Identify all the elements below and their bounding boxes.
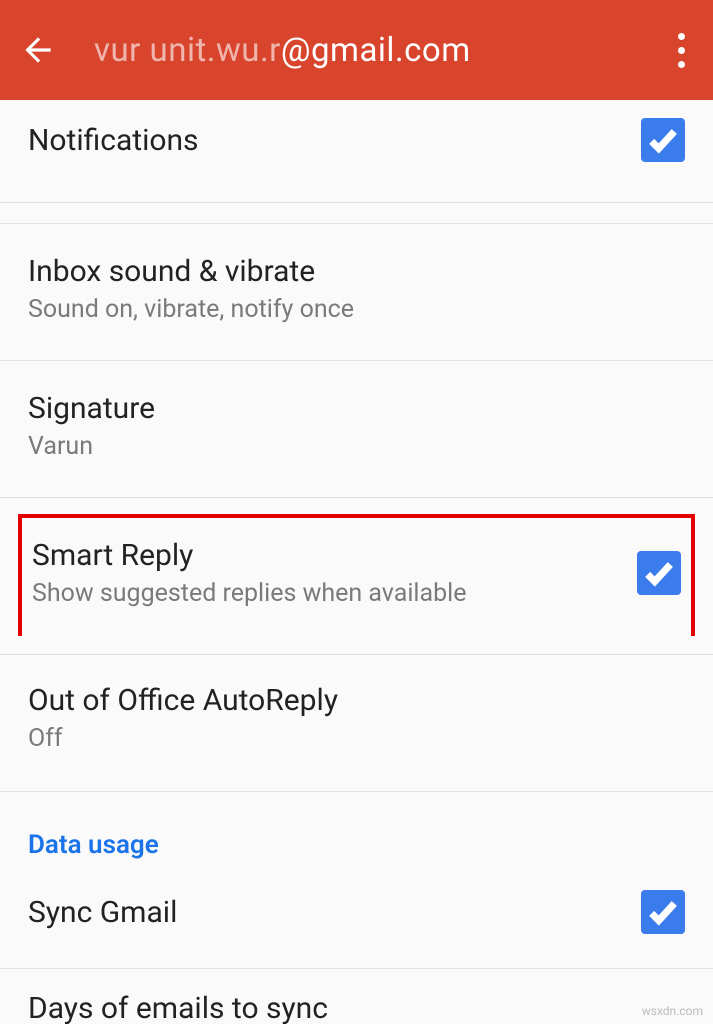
app-header: vur unit.wu.r@gmail.com bbox=[0, 0, 713, 100]
check-icon bbox=[646, 123, 680, 157]
section-header-data-usage: Data usage bbox=[0, 792, 713, 872]
more-options-button[interactable] bbox=[661, 33, 701, 68]
back-button[interactable] bbox=[12, 31, 64, 69]
setting-subtitle: Sound on, vibrate, notify once bbox=[28, 295, 685, 324]
setting-title: Sync Gmail bbox=[28, 895, 641, 930]
notifications-checkbox[interactable] bbox=[641, 118, 685, 162]
setting-out-of-office[interactable]: Out of Office AutoReply Off bbox=[0, 655, 713, 791]
setting-title: Out of Office AutoReply bbox=[28, 683, 685, 718]
header-account-email: vur unit.wu.r@gmail.com bbox=[94, 31, 661, 70]
setting-subtitle: Show suggested replies when available bbox=[32, 579, 637, 608]
setting-inbox-sound[interactable]: Inbox sound & vibrate Sound on, vibrate,… bbox=[0, 223, 713, 361]
arrow-left-icon bbox=[19, 31, 57, 69]
setting-notifications[interactable]: Notifications bbox=[0, 100, 713, 203]
setting-title: Notifications bbox=[28, 123, 641, 158]
setting-subtitle: Off bbox=[28, 724, 685, 753]
check-icon bbox=[646, 895, 680, 929]
setting-title: Smart Reply bbox=[32, 538, 637, 573]
sync-gmail-checkbox[interactable] bbox=[641, 890, 685, 934]
setting-signature[interactable]: Signature Varun bbox=[0, 361, 713, 498]
setting-subtitle: Varun bbox=[28, 432, 685, 461]
setting-title: Inbox sound & vibrate bbox=[28, 254, 685, 289]
setting-smart-reply[interactable]: Smart Reply Show suggested replies when … bbox=[18, 514, 695, 636]
setting-days-to-sync[interactable]: Days of emails to sync bbox=[0, 969, 713, 1024]
setting-title: Days of emails to sync bbox=[28, 991, 685, 1024]
setting-sync-gmail[interactable]: Sync Gmail bbox=[0, 872, 713, 969]
setting-title: Signature bbox=[28, 391, 685, 426]
check-icon bbox=[642, 556, 676, 590]
settings-list: Notifications Inbox sound & vibrate Soun… bbox=[0, 100, 713, 1024]
watermark-text: wsxdn.com bbox=[642, 1004, 703, 1018]
smart-reply-checkbox[interactable] bbox=[637, 551, 681, 595]
dots-vertical-icon bbox=[678, 33, 685, 40]
